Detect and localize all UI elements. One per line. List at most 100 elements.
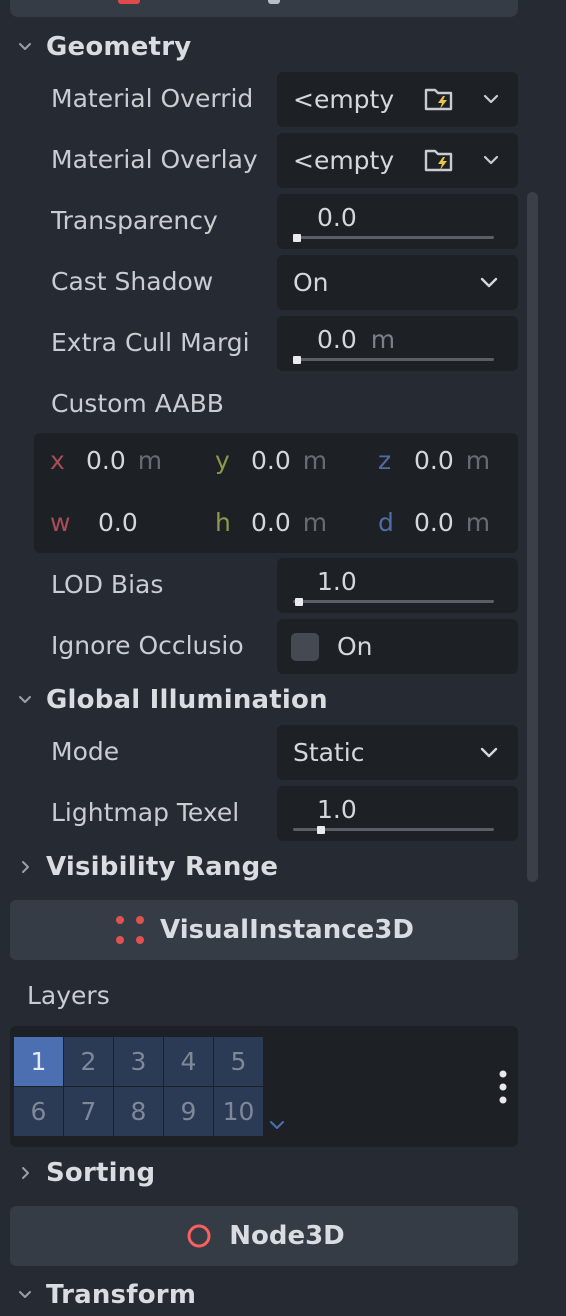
- lod-bias-slider-knob[interactable]: [295, 598, 303, 606]
- visual-instance-3d-category-button[interactable]: VisualInstance3D: [10, 900, 518, 960]
- chevron-down-icon: [14, 1284, 36, 1306]
- extra-cull-margin-slider-field[interactable]: 0.0 m: [277, 316, 518, 371]
- aabb-d-field[interactable]: d 0.0 m: [378, 497, 490, 547]
- section-title: Geometry: [46, 32, 192, 62]
- transparency-slider-knob[interactable]: [293, 234, 301, 242]
- material-override-value: <empty: [293, 85, 395, 114]
- ignore-occlusion-checkbox-field[interactable]: On: [277, 619, 518, 674]
- sorting-section-header[interactable]: Sorting: [14, 1156, 155, 1190]
- layer-cell-4[interactable]: 4: [164, 1037, 213, 1086]
- aabb-h-field[interactable]: h 0.0 m: [215, 497, 327, 547]
- chevron-down-icon: [14, 689, 36, 711]
- lod-bias-slider-field[interactable]: 1.0: [277, 558, 518, 613]
- lightmap-texel-slider-knob[interactable]: [317, 826, 326, 834]
- extra-cull-margin-unit: m: [370, 324, 396, 354]
- aabb-x-unit: m: [137, 445, 163, 475]
- layer-cell-1[interactable]: 1: [14, 1037, 63, 1086]
- transparency-slider-field[interactable]: 0.0: [277, 194, 518, 249]
- visibility-range-section-header[interactable]: Visibility Range: [14, 850, 278, 884]
- aabb-w-value: 0.0: [98, 507, 138, 537]
- aabb-x-field[interactable]: x 0.0 m: [50, 435, 162, 485]
- transparency-value: 0.0: [317, 202, 357, 232]
- chevron-down-icon[interactable]: [482, 90, 500, 108]
- aabb-x-value: 0.0: [86, 445, 126, 475]
- chevron-down-icon[interactable]: [482, 151, 500, 169]
- aabb-h-axis-label: h: [215, 507, 231, 537]
- extra-cull-margin-value-group: 0.0 m: [317, 316, 395, 362]
- gi-mode-dropdown[interactable]: Static: [277, 725, 518, 780]
- chevron-right-icon: [14, 856, 36, 878]
- layers-label: Layers: [27, 980, 110, 1010]
- aabb-z-field[interactable]: z 0.0 m: [378, 435, 490, 485]
- aabb-d-axis-label: d: [378, 507, 394, 537]
- chevron-down-icon: [14, 36, 36, 58]
- more-options-icon[interactable]: [499, 1070, 507, 1104]
- material-override-label: Material Overrid: [51, 83, 254, 113]
- transparency-slider-track[interactable]: [293, 236, 494, 239]
- aabb-z-axis-label: z: [378, 445, 392, 475]
- visual-instance-3d-label: VisualInstance3D: [160, 915, 414, 945]
- material-overlay-picker[interactable]: <empty: [277, 133, 518, 188]
- extra-cull-margin-slider-knob[interactable]: [293, 356, 301, 364]
- global-illumination-section-header[interactable]: Global Illumination: [14, 683, 328, 717]
- previous-section-button[interactable]: [10, 0, 518, 17]
- chevron-down-icon: [480, 277, 498, 288]
- lod-bias-slider-track[interactable]: [293, 600, 494, 603]
- chevron-down-icon[interactable]: [268, 1118, 286, 1132]
- section-icon: [118, 0, 140, 4]
- transparency-label: Transparency: [51, 205, 218, 235]
- lightmap-texel-slider-field[interactable]: 1.0: [277, 786, 518, 841]
- aabb-y-field[interactable]: y 0.0 m: [215, 435, 327, 485]
- section-title: Transform: [46, 1280, 197, 1310]
- layer-cell-7[interactable]: 7: [64, 1087, 113, 1136]
- layer-cell-8[interactable]: 8: [114, 1087, 163, 1136]
- aabb-d-value: 0.0: [414, 507, 454, 537]
- extra-cull-margin-value: 0.0: [317, 324, 357, 354]
- layer-cell-9[interactable]: 9: [164, 1087, 213, 1136]
- node-3d-category-button[interactable]: Node3D: [10, 1206, 518, 1266]
- cast-shadow-label: Cast Shadow: [51, 266, 214, 296]
- custom-aabb-editor: x 0.0 m y 0.0 m z 0.0 m w 0.0 h 0.0 m d …: [34, 433, 518, 553]
- section-title: Visibility Range: [46, 852, 279, 882]
- aabb-w-field[interactable]: w 0.0: [50, 497, 138, 547]
- material-override-picker[interactable]: <empty: [277, 72, 518, 127]
- extra-cull-margin-label: Extra Cull Margi: [51, 327, 250, 357]
- chevron-right-icon: [14, 1162, 36, 1184]
- gi-mode-label: Mode: [51, 736, 120, 766]
- folder-quick-load-icon[interactable]: [424, 147, 454, 173]
- aabb-h-value: 0.0: [251, 507, 291, 537]
- ignore-occlusion-checkbox[interactable]: [291, 633, 319, 661]
- section-label-fragment: [268, 0, 280, 4]
- gi-mode-value: Static: [293, 738, 365, 767]
- aabb-w-axis-label: w: [50, 507, 71, 537]
- cast-shadow-dropdown[interactable]: On: [277, 255, 518, 310]
- layers-grid: 1 2 3 4 5 6 7 8 9 10: [10, 1026, 518, 1147]
- layer-cell-10[interactable]: 10: [214, 1087, 263, 1136]
- lod-bias-label: LOD Bias: [51, 569, 164, 599]
- section-title: Sorting: [46, 1158, 156, 1188]
- layer-cell-6[interactable]: 6: [14, 1087, 63, 1136]
- lod-bias-value: 1.0: [317, 566, 357, 596]
- section-title: Global Illumination: [46, 685, 328, 715]
- material-overlay-label: Material Overlay: [51, 144, 258, 174]
- chevron-down-icon: [480, 747, 498, 758]
- geometry-section-header[interactable]: Geometry: [14, 30, 191, 64]
- layer-cell-5[interactable]: 5: [214, 1037, 263, 1086]
- aabb-y-unit: m: [302, 445, 328, 475]
- aabb-y-axis-label: y: [215, 445, 230, 475]
- layer-cell-2[interactable]: 2: [64, 1037, 113, 1086]
- layer-cell-3[interactable]: 3: [114, 1037, 163, 1086]
- lightmap-texel-label: Lightmap Texel: [51, 797, 240, 827]
- folder-quick-load-icon[interactable]: [424, 86, 454, 112]
- aabb-y-value: 0.0: [251, 445, 291, 475]
- ignore-occlusion-value: On: [337, 632, 373, 661]
- ignore-occlusion-label: Ignore Occlusio: [51, 630, 244, 660]
- aabb-z-value: 0.0: [414, 445, 454, 475]
- inspector-scrollbar[interactable]: [527, 192, 538, 882]
- aabb-x-axis-label: x: [50, 445, 65, 475]
- aabb-z-unit: m: [465, 445, 491, 475]
- transform-section-header[interactable]: Transform: [14, 1278, 196, 1312]
- material-overlay-value: <empty: [293, 146, 395, 175]
- extra-cull-margin-slider-track[interactable]: [293, 358, 494, 361]
- node-3d-icon: [187, 1224, 211, 1248]
